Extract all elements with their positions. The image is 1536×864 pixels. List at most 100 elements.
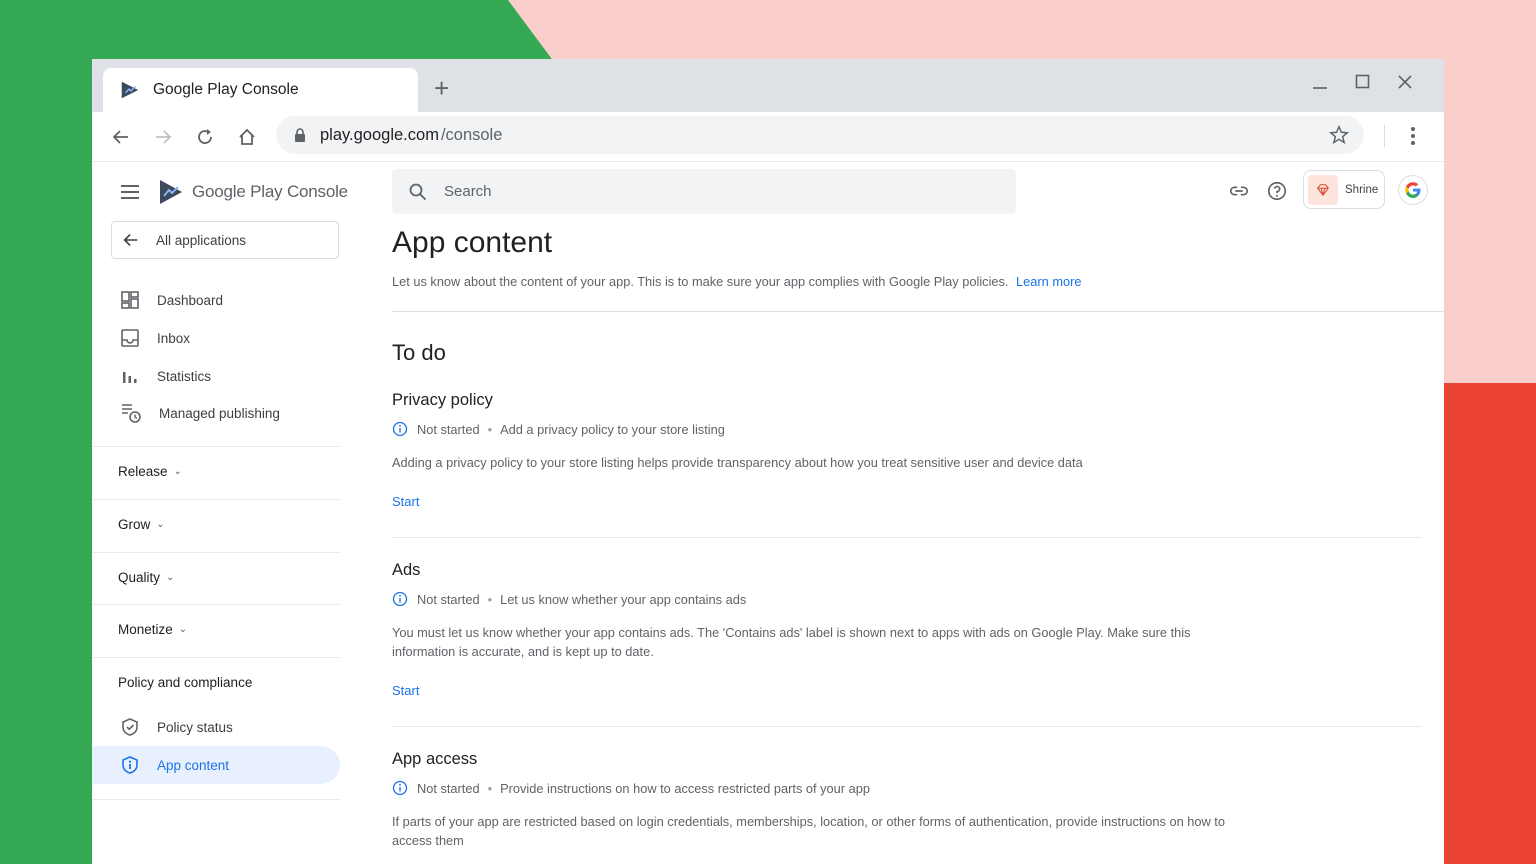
main-content: Search Shrine App content Let us know ab… — [392, 162, 1444, 864]
help-icon[interactable] — [1266, 180, 1288, 202]
brand-google-play: Google Play — [192, 182, 283, 201]
all-applications-label: All applications — [156, 232, 247, 248]
minimize-icon[interactable] — [1312, 73, 1328, 96]
hamburger-menu-icon[interactable] — [120, 184, 140, 200]
task-privacy-policy: Privacy policy Not started • Add a priva… — [392, 391, 1422, 511]
status-label: Not started — [417, 591, 480, 607]
sidebar-item-label: Policy status — [157, 719, 233, 735]
sidebar-section-policy[interactable]: Policy and compliance — [118, 675, 252, 690]
brand-name: Google Play Console — [192, 182, 348, 202]
tab-strip: Google Play Console + — [92, 59, 1444, 112]
chevron-down-icon: ⌄ — [173, 466, 182, 477]
more-vert-icon[interactable] — [1401, 124, 1425, 148]
sidebar-divider — [92, 604, 340, 605]
sidebar-item-label: Statistics — [157, 368, 212, 384]
url-host: play.google.com — [320, 125, 439, 144]
sidebar-item-managed-publishing[interactable]: Managed publishing — [92, 394, 340, 432]
sidebar-item-label: Inbox — [157, 330, 191, 346]
back-arrow-icon[interactable] — [107, 123, 135, 151]
search-placeholder: Search — [444, 183, 492, 200]
task-app-access: App access Not started • Provide instruc… — [392, 750, 1422, 850]
browser-toolbar: play.google.com /console — [92, 112, 1444, 162]
brand-console: Console — [286, 182, 348, 201]
schedule-list-icon — [122, 404, 141, 423]
play-console-favicon-icon — [121, 81, 139, 99]
start-button[interactable]: Start — [392, 683, 419, 698]
task-description: If parts of your app are restricted base… — [392, 814, 1225, 848]
task-divider — [392, 537, 1422, 538]
maximize-icon[interactable] — [1355, 73, 1371, 96]
sidebar-section-grow[interactable]: Grow ⌄ — [118, 517, 165, 532]
account-name: Shrine — [1345, 183, 1379, 196]
sidebar-section-monetize[interactable]: Monetize ⌄ — [118, 622, 187, 637]
bar-chart-icon — [123, 372, 137, 383]
search-icon — [409, 183, 427, 200]
learn-more-link[interactable]: Learn more — [1016, 274, 1081, 289]
close-icon[interactable] — [1397, 73, 1413, 96]
inbox-icon — [121, 329, 139, 347]
separator-dot: • — [487, 421, 493, 437]
sidebar-item-statistics[interactable]: Statistics — [92, 357, 340, 395]
sidebar-divider — [92, 499, 340, 500]
all-applications-button[interactable]: All applications — [111, 221, 339, 259]
sidebar: Google Play Console All applications Das… — [92, 162, 352, 864]
diamond-icon — [1317, 183, 1329, 196]
link-icon[interactable] — [1228, 180, 1250, 202]
task-status: Not started • Provide instructions on ho… — [392, 780, 1422, 796]
address-bar[interactable]: play.google.com /console — [276, 116, 1364, 154]
sidebar-item-label: App content — [157, 757, 230, 773]
section-label: Grow — [118, 517, 151, 532]
page-title: App content — [392, 226, 553, 259]
task-status: Not started • Let us know whether your a… — [392, 591, 1422, 607]
task-title: Ads — [392, 561, 421, 579]
description-text: Let us know about the content of your ap… — [392, 274, 1009, 289]
bookmark-star-icon[interactable] — [1328, 124, 1350, 146]
back-arrow-icon — [123, 234, 138, 246]
sidebar-item-policy-status[interactable]: Policy status — [92, 708, 340, 746]
sidebar-divider — [92, 446, 340, 447]
task-description: You must let us know whether your app co… — [392, 625, 1191, 659]
url-path: /console — [440, 125, 503, 144]
separator-dot: • — [487, 591, 493, 607]
info-icon — [392, 780, 408, 796]
new-tab-icon[interactable]: + — [434, 75, 449, 101]
sidebar-divider — [92, 799, 340, 800]
page-description: Let us know about the content of your ap… — [392, 274, 1082, 289]
section-label: Quality — [118, 570, 161, 585]
task-ads: Ads Not started • Let us know whether yo… — [392, 561, 1422, 700]
google-account-icon[interactable] — [1398, 175, 1428, 205]
sidebar-item-label: Managed publishing — [159, 405, 280, 421]
start-button[interactable]: Start — [392, 494, 419, 509]
task-divider — [392, 726, 1422, 727]
reload-icon[interactable] — [191, 123, 219, 151]
account-switcher[interactable]: Shrine — [1303, 170, 1385, 209]
status-label: Not started — [417, 421, 480, 437]
browser-tab[interactable]: Google Play Console — [103, 68, 418, 112]
lock-icon — [295, 128, 305, 142]
play-console-logo-icon — [160, 180, 182, 204]
tab-title: Google Play Console — [153, 81, 299, 98]
app-avatar — [1308, 174, 1338, 205]
google-g-icon — [1405, 182, 1421, 198]
home-icon[interactable] — [233, 123, 261, 151]
chevron-down-icon: ⌄ — [166, 572, 175, 583]
task-title: App access — [392, 750, 478, 768]
sidebar-section-quality[interactable]: Quality ⌄ — [118, 570, 174, 585]
sidebar-divider — [92, 657, 340, 658]
sidebar-item-dashboard[interactable]: Dashboard — [92, 281, 340, 319]
browser-window: Google Play Console + play.google.com /c… — [92, 59, 1444, 864]
sidebar-item-app-content[interactable]: App content — [92, 746, 340, 784]
separator-dot: • — [487, 780, 493, 796]
forward-arrow-icon[interactable] — [149, 123, 177, 151]
task-summary: Add a privacy policy to your store listi… — [500, 421, 725, 437]
chevron-down-icon: ⌄ — [178, 624, 188, 635]
toolbar-separator — [1384, 125, 1385, 147]
shield-info-icon — [122, 756, 138, 774]
search-input[interactable]: Search — [392, 169, 1016, 214]
play-console-logo[interactable]: Google Play Console — [158, 178, 348, 206]
background-red-shape — [1444, 383, 1536, 864]
sidebar-item-inbox[interactable]: Inbox — [92, 319, 340, 357]
sidebar-item-label: Dashboard — [157, 292, 224, 308]
sidebar-header: Google Play Console — [120, 178, 348, 206]
sidebar-section-release[interactable]: Release ⌄ — [118, 464, 182, 479]
